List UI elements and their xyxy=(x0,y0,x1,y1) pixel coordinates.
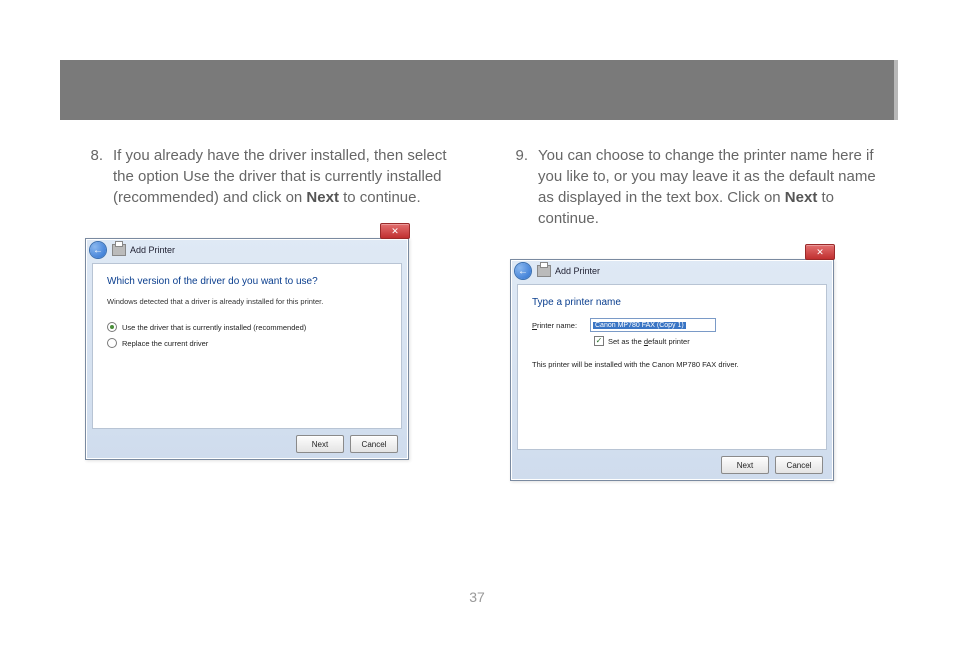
radio-icon xyxy=(107,338,117,348)
dialog-subtext: Windows detected that a driver is alread… xyxy=(107,297,387,306)
next-button[interactable]: Next xyxy=(721,456,769,474)
step-text: If you already have the driver installed… xyxy=(113,145,460,208)
printer-name-label: Printer name: xyxy=(532,321,590,330)
close-icon[interactable]: ✕ xyxy=(805,244,835,260)
dialog-heading: Type a printer name xyxy=(532,297,812,308)
step-number: 8. xyxy=(75,145,113,208)
install-note: This printer will be installed with the … xyxy=(532,360,812,369)
dialog-titlebar: ← Add Printer xyxy=(511,260,833,282)
printer-icon xyxy=(112,244,126,256)
checkbox-icon xyxy=(594,336,604,346)
cancel-button[interactable]: Cancel xyxy=(775,456,823,474)
dialog-body: Which version of the driver do you want … xyxy=(92,263,402,429)
radio-label: Replace the current driver xyxy=(122,339,208,348)
step-8: 8. If you already have the driver instal… xyxy=(75,145,460,208)
back-icon[interactable]: ← xyxy=(90,242,106,258)
step-bold: Next xyxy=(785,189,818,206)
step-number: 9. xyxy=(500,145,538,229)
step-bold: Next xyxy=(306,189,339,206)
dialog-titlebar: ← Add Printer xyxy=(86,239,408,261)
cancel-button[interactable]: Cancel xyxy=(350,435,398,453)
dialog-driver-version: ✕ ← Add Printer Which version of the dri… xyxy=(85,238,409,460)
printer-name-input[interactable]: Canon MP780 FAX (Copy 1) xyxy=(590,318,716,332)
radio-label: Use the driver that is currently install… xyxy=(122,323,306,332)
dialog-body: Type a printer name Printer name: Canon … xyxy=(517,284,827,450)
dialog-printer-name: ✕ ← Add Printer Type a printer name Prin… xyxy=(510,259,834,481)
page-number: 37 xyxy=(0,589,954,605)
column-left: 8. If you already have the driver instal… xyxy=(75,145,460,481)
step-9: 9. You can choose to change the printer … xyxy=(500,145,885,229)
printer-name-row: Printer name: Canon MP780 FAX (Copy 1) xyxy=(532,318,812,332)
radio-use-current[interactable]: Use the driver that is currently install… xyxy=(107,322,387,332)
close-icon[interactable]: ✕ xyxy=(380,223,410,239)
checkbox-label: Set as the default printer xyxy=(608,337,690,346)
radio-icon xyxy=(107,322,117,332)
column-right: 9. You can choose to change the printer … xyxy=(500,145,885,481)
back-icon[interactable]: ← xyxy=(515,263,531,279)
printer-icon xyxy=(537,265,551,277)
default-printer-checkbox[interactable]: Set as the default printer xyxy=(594,336,812,346)
header-bar xyxy=(60,60,898,120)
dialog-title: Add Printer xyxy=(130,245,175,255)
next-button[interactable]: Next xyxy=(296,435,344,453)
step-text-b: to continue. xyxy=(339,189,421,206)
printer-name-value: Canon MP780 FAX (Copy 1) xyxy=(593,322,686,329)
dialog-title: Add Printer xyxy=(555,266,600,276)
step-text: You can choose to change the printer nam… xyxy=(538,145,885,229)
dialog-heading: Which version of the driver do you want … xyxy=(107,276,387,287)
radio-replace[interactable]: Replace the current driver xyxy=(107,338,387,348)
